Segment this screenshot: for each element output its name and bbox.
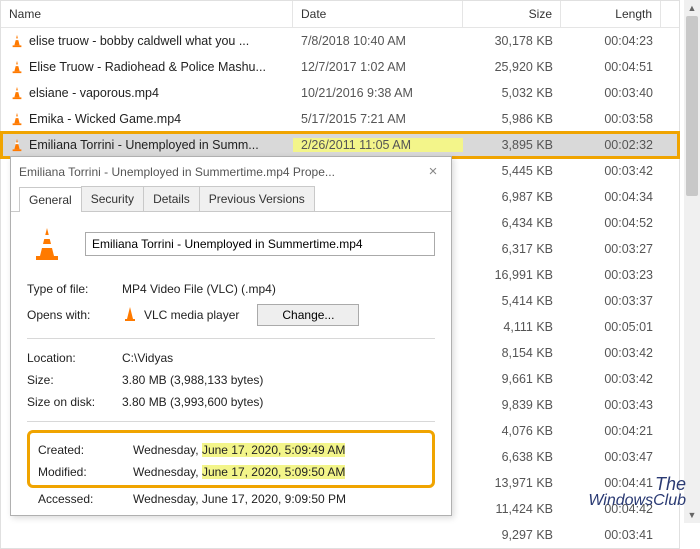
value-created: Wednesday, June 17, 2020, 5:09:49 AM: [133, 443, 424, 457]
value-location: C:\Vidyas: [122, 351, 435, 365]
file-date: 10/21/2016 9:38 AM: [293, 86, 463, 100]
file-length: 00:03:41: [561, 528, 661, 542]
watermark: The WindowsClub: [588, 475, 686, 509]
file-length: 00:04:34: [561, 190, 661, 204]
col-header-date[interactable]: Date: [293, 1, 463, 27]
file-size: 5,032 KB: [463, 86, 561, 100]
file-length: 00:03:47: [561, 450, 661, 464]
value-size: 3.80 MB (3,988,133 bytes): [122, 373, 435, 387]
file-length: 00:03:37: [561, 294, 661, 308]
tab-previous-versions[interactable]: Previous Versions: [199, 186, 315, 211]
col-header-length[interactable]: Length: [561, 1, 661, 27]
file-length: 00:05:01: [561, 320, 661, 334]
file-size: 5,445 KB: [463, 164, 561, 178]
scrollbar[interactable]: ▲ ▼: [684, 0, 700, 523]
vlc-file-icon: [9, 59, 25, 75]
scroll-down-icon[interactable]: ▼: [684, 507, 700, 523]
file-length: 00:04:52: [561, 216, 661, 230]
tab-general[interactable]: General: [19, 187, 82, 212]
file-date: 12/7/2017 1:02 AM: [293, 60, 463, 74]
file-date: 5/17/2015 7:21 AM: [293, 112, 463, 126]
file-size: 6,317 KB: [463, 242, 561, 256]
change-button[interactable]: Change...: [257, 304, 359, 326]
file-row[interactable]: Elise Truow - Radiohead & Police Mashu..…: [1, 54, 679, 80]
file-length: 00:04:21: [561, 424, 661, 438]
file-row[interactable]: Emiliana Torrini - Unemployed in Summ...…: [1, 132, 679, 158]
label-type: Type of file:: [27, 282, 122, 296]
file-length: 00:03:42: [561, 372, 661, 386]
file-row[interactable]: elsiane - vaporous.mp4 10/21/2016 9:38 AM…: [1, 80, 679, 106]
file-size: 5,986 KB: [463, 112, 561, 126]
file-row[interactable]: Emika - Wicked Game.mp4 5/17/2015 7:21 AM…: [1, 106, 679, 132]
label-modified: Modified:: [38, 465, 133, 479]
file-length: 00:03:27: [561, 242, 661, 256]
dialog-title: Emiliana Torrini - Unemployed in Summert…: [19, 165, 423, 179]
file-size: 3,895 KB: [463, 138, 561, 152]
tabs: General Security Details Previous Versio…: [11, 186, 451, 212]
tab-security[interactable]: Security: [81, 186, 144, 211]
scroll-thumb[interactable]: [686, 16, 698, 196]
file-size: 8,154 KB: [463, 346, 561, 360]
file-length: 00:02:32: [561, 138, 661, 152]
file-row[interactable]: elise truow - bobby caldwell what you ..…: [1, 28, 679, 54]
file-length: 00:04:51: [561, 60, 661, 74]
file-size: 5,414 KB: [463, 294, 561, 308]
value-opens-with: VLC media player: [144, 308, 239, 322]
file-name: Emiliana Torrini - Unemployed in Summ...: [29, 138, 259, 152]
file-size: 16,991 KB: [463, 268, 561, 282]
file-length: 00:03:58: [561, 112, 661, 126]
file-date: 2/26/2011 11:05 AM: [293, 138, 463, 152]
file-size: 30,178 KB: [463, 34, 561, 48]
file-name: Elise Truow - Radiohead & Police Mashu..…: [29, 60, 266, 74]
vlc-file-icon: [9, 111, 25, 127]
label-accessed: Accessed:: [38, 492, 133, 506]
file-length: 00:03:23: [561, 268, 661, 282]
file-size: 6,638 KB: [463, 450, 561, 464]
file-size: 9,297 KB: [463, 528, 561, 542]
vlc-cone-icon: [27, 224, 67, 264]
col-header-name[interactable]: Name: [1, 1, 293, 27]
file-size: 4,111 KB: [463, 320, 561, 334]
file-size: 11,424 KB: [463, 502, 561, 516]
label-created: Created:: [38, 443, 133, 457]
file-row[interactable]: 9,297 KB00:03:41: [1, 522, 679, 548]
file-size: 9,661 KB: [463, 372, 561, 386]
close-icon[interactable]: ×: [423, 163, 443, 180]
file-length: 00:04:23: [561, 34, 661, 48]
label-size-on-disk: Size on disk:: [27, 395, 122, 409]
label-location: Location:: [27, 351, 122, 365]
file-length: 00:03:40: [561, 86, 661, 100]
value-accessed: Wednesday, June 17, 2020, 9:09:50 PM: [133, 492, 435, 506]
vlc-small-icon: [122, 306, 138, 325]
file-name: Emika - Wicked Game.mp4: [29, 112, 181, 126]
file-size: 13,971 KB: [463, 476, 561, 490]
file-size: 6,434 KB: [463, 216, 561, 230]
value-modified: Wednesday, June 17, 2020, 5:09:50 AM: [133, 465, 424, 479]
vlc-file-icon: [9, 527, 25, 543]
value-type: MP4 Video File (VLC) (.mp4): [122, 282, 435, 296]
label-size: Size:: [27, 373, 122, 387]
scroll-up-icon[interactable]: ▲: [684, 0, 700, 16]
vlc-file-icon: [9, 33, 25, 49]
label-opens-with: Opens with:: [27, 308, 122, 322]
tab-details[interactable]: Details: [143, 186, 200, 211]
file-name: elsiane - vaporous.mp4: [29, 86, 159, 100]
properties-dialog: Emiliana Torrini - Unemployed in Summert…: [10, 156, 452, 516]
file-size: 4,076 KB: [463, 424, 561, 438]
file-length: 00:03:43: [561, 398, 661, 412]
date-highlight-box: Created:Wednesday, June 17, 2020, 5:09:4…: [27, 430, 435, 488]
file-date: 7/8/2018 10:40 AM: [293, 34, 463, 48]
file-length: 00:03:42: [561, 164, 661, 178]
vlc-file-icon: [9, 85, 25, 101]
col-header-size[interactable]: Size: [463, 1, 561, 27]
filename-field[interactable]: [85, 232, 435, 256]
file-length: 00:03:42: [561, 346, 661, 360]
file-size: 9,839 KB: [463, 398, 561, 412]
file-name: elise truow - bobby caldwell what you ..…: [29, 34, 249, 48]
value-size-on-disk: 3.80 MB (3,993,600 bytes): [122, 395, 435, 409]
column-headers: Name Date Size Length: [1, 1, 679, 28]
file-size: 6,987 KB: [463, 190, 561, 204]
file-size: 25,920 KB: [463, 60, 561, 74]
vlc-file-icon: [9, 137, 25, 153]
